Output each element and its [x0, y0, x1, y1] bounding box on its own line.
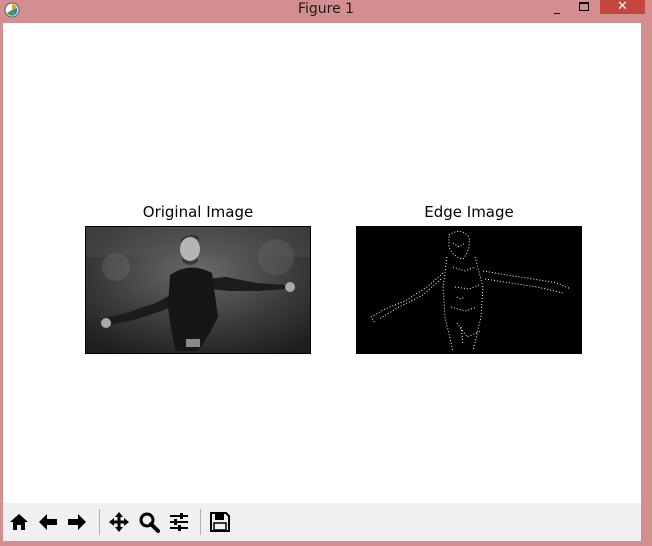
home-icon — [10, 514, 28, 530]
original-image — [85, 226, 311, 354]
back-button[interactable] — [35, 509, 61, 535]
title-bar[interactable]: Figure 1 _ ✕ — [0, 0, 652, 22]
save-icon — [210, 512, 230, 532]
toolbar-separator — [99, 509, 100, 535]
close-icon: ✕ — [617, 0, 628, 14]
toolbar-separator — [200, 509, 201, 535]
maximize-icon — [579, 2, 589, 11]
pan-button[interactable] — [106, 509, 132, 535]
save-button[interactable] — [207, 509, 233, 535]
zoom-icon — [139, 512, 160, 533]
navigation-toolbar — [3, 503, 641, 541]
back-arrow-icon — [39, 514, 57, 530]
configure-subplots-button[interactable] — [166, 509, 192, 535]
home-button[interactable] — [6, 509, 32, 535]
pan-icon — [109, 512, 129, 532]
subplots-configure-icon — [170, 513, 188, 531]
zoom-button[interactable] — [136, 509, 162, 535]
original-image-title: Original Image — [142, 203, 254, 221]
edge-image-title: Edge Image — [424, 203, 514, 221]
maximize-button[interactable] — [575, 0, 593, 16]
edge-image — [356, 226, 582, 354]
figure-canvas[interactable]: Original Image Edge Image — [3, 23, 641, 503]
minimize-icon: _ — [554, 0, 560, 14]
forward-arrow-icon — [68, 514, 86, 530]
figure-window: Figure 1 _ ✕ Original Image Edge Image — [0, 0, 652, 546]
close-button[interactable]: ✕ — [600, 0, 645, 14]
minimize-button[interactable]: _ — [548, 0, 566, 16]
forward-button[interactable] — [64, 509, 90, 535]
